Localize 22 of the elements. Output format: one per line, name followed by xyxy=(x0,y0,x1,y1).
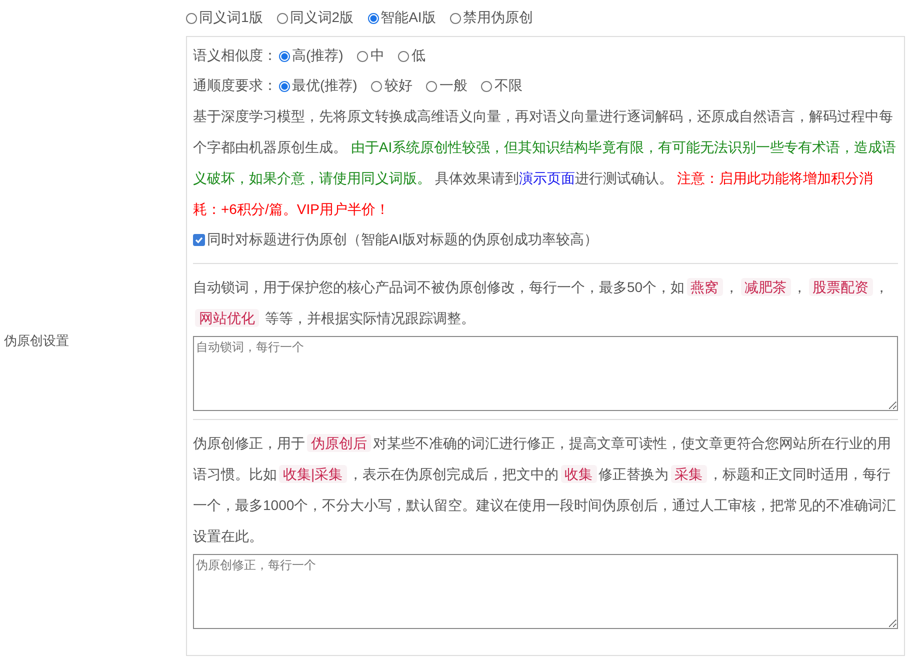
option-radio[interactable]: 低 xyxy=(398,47,426,65)
mode-radio[interactable]: 同义词1版 xyxy=(186,9,263,27)
title-checkbox[interactable]: 同时对标题进行伪原创（智能AI版对标题的伪原创成功率较高） xyxy=(193,231,598,249)
demo-link[interactable]: 演示页面 xyxy=(518,170,575,186)
mode-radio[interactable]: 智能AI版 xyxy=(368,9,436,27)
option-radio[interactable]: 一般 xyxy=(426,77,468,95)
lock-words-text: 自动锁词，用于保护您的核心产品词不被伪原创修改，每行一个，最多50个，如 燕窝 ， 减肥茶 ， 股票配资 ， 网站优化 等等，并根据实际情况跟踪调整。 xyxy=(193,277,890,329)
check-icon xyxy=(194,235,204,245)
mode-radio[interactable]: 禁用伪原创 xyxy=(450,9,533,27)
option-radio[interactable]: 最优(推荐) xyxy=(279,77,358,95)
option-radio[interactable]: 中 xyxy=(357,47,384,65)
field-label: 语义相似度： xyxy=(193,47,277,65)
field-label: 通顺度要求： xyxy=(193,77,277,95)
option-radio[interactable]: 不限 xyxy=(481,77,522,95)
mode-radio[interactable]: 同义词2版 xyxy=(276,9,354,27)
option-radio[interactable]: 高(推荐) xyxy=(279,47,344,65)
lock-words-field[interactable]: 自动锁词，每行一个 xyxy=(193,336,898,411)
section-label: 伪原创设置 xyxy=(4,332,69,350)
correction-text: 伪原创修正，用于 伪原创后 对某些不准确的词汇进行修正，提高文章可读性，使文章更符合您网站所在行业的用语习惯。比如 收集|采集 ，表示在伪原创完成后，把文中的 收集 修正替换为 采集 ，标题和正文同时适用，每行一个，最多1000个，不分大小写，默认留空。建议在使用一段时间伪原创后，通过人工审核，把常见的不准确词汇设置在此。 xyxy=(193,433,898,546)
option-radio[interactable]: 较好 xyxy=(371,77,412,95)
description-text: 基于深度学习模型，先将原文转换成高维语义向量，再对语义向量进行逐词解码，还原成自然语言，解码过程中每个字都由机器原创生成。 由于AI系统原创性较强，但其知识结构毕竟有限，有可能无法识别一些专有术语，造成语义破坏，如果介意，请使用同义词版。 具体效果请到演示页面进行测试确认。 注意：启用此功能将增加积分消耗：+6积分/篇。VIP用户半价！ xyxy=(193,107,898,219)
correction-field[interactable]: 伪原创修正，每行一个 xyxy=(193,554,898,629)
